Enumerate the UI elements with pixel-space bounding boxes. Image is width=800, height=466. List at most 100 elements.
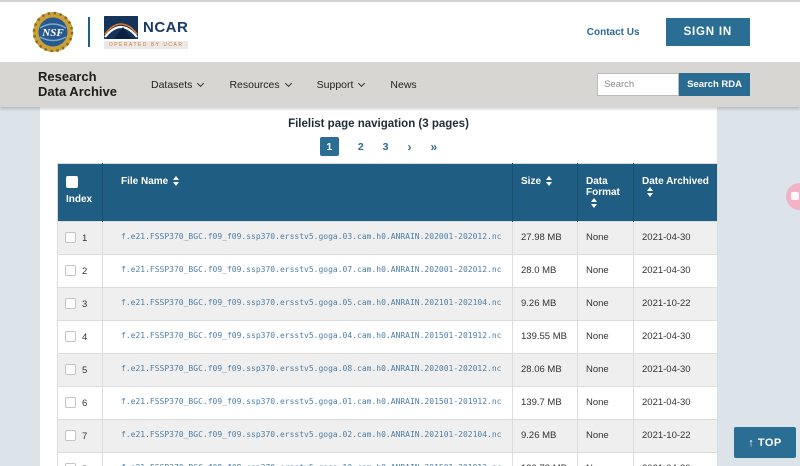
row-index: 5 [82,365,87,376]
row-checkbox[interactable] [65,397,76,408]
search-rda-button[interactable]: Search RDA [679,73,750,96]
file-size: 9.26 MB [513,420,578,453]
sort-arrows-icon[interactable] [173,176,179,186]
row-index-cell: 8 [58,453,103,466]
back-to-top-button[interactable]: ↑ TOP [734,427,796,458]
column-header-index: Index [58,164,103,222]
ncar-logo[interactable]: NCAR OPERATED BY UCAR [104,16,188,49]
page-button-1[interactable]: 1 [320,137,339,156]
table-row: 6 f.e21.FSSP370_BGC.f09_f09.ssp370.ersst… [58,387,718,420]
date-archived: 2021-04-30 [634,387,718,420]
column-header-date-archived[interactable]: Date Archived [634,164,718,222]
svg-text:NSF: NSF [41,27,64,39]
file-size: 139.55 MB [513,321,578,354]
row-checkbox[interactable] [65,430,76,441]
chevron-down-icon [197,80,204,87]
chevron-down-icon [358,80,365,87]
data-format: None [578,288,634,321]
row-checkbox[interactable] [65,232,76,243]
contact-us-link[interactable]: Contact Us [587,27,640,38]
nav-item-datasets[interactable]: Datasets [151,79,203,91]
nav-item-resources[interactable]: Resources [229,79,290,91]
file-name-link[interactable]: f.e21.FSSP370_BGC.f09_f09.ssp370.ersstv5… [103,321,513,354]
filelist-table: Index File Name Size Data Format Date Ar… [57,163,718,466]
filelist-navigation-title: Filelist page navigation (3 pages) [40,118,717,130]
sort-arrows-icon[interactable] [546,176,552,186]
feedback-widget[interactable] [786,183,800,210]
table-row: 7 f.e21.FSSP370_BGC.f09_f09.ssp370.ersst… [58,420,718,453]
file-size: 139.7 MB [513,387,578,420]
date-archived: 2021-04-30 [634,321,718,354]
date-archived: 2021-04-30 [634,222,718,255]
row-checkbox[interactable] [65,265,76,276]
file-table-body: 1 f.e21.FSSP370_BGC.f09_f09.ssp370.ersst… [58,222,718,466]
nav-item-news[interactable]: News [390,79,416,91]
page-button-2[interactable]: 2 [358,141,364,153]
file-name-link[interactable]: f.e21.FSSP370_BGC.f09_f09.ssp370.ersstv5… [103,453,513,466]
site-title[interactable]: Research Data Archive [38,70,117,100]
row-index-cell: 3 [58,288,103,321]
page-button-3[interactable]: 3 [383,141,389,153]
date-archived: 2021-10-22 [634,288,718,321]
column-header-data-format[interactable]: Data Format [578,164,634,222]
row-index: 2 [82,266,87,277]
file-name-link[interactable]: f.e21.FSSP370_BGC.f09_f09.ssp370.ersstv5… [103,222,513,255]
sort-arrows-icon[interactable] [647,187,653,197]
data-format: None [578,222,634,255]
row-index-cell: 6 [58,387,103,420]
nsf-logo-icon[interactable]: NSF [32,11,74,53]
ncar-logo-text: NCAR [143,19,188,36]
column-header-size[interactable]: Size [513,164,578,222]
date-archived: 2021-04-30 [634,453,718,466]
sign-in-button[interactable]: SIGN IN [666,18,750,46]
row-index: 1 [82,233,87,244]
data-format: None [578,354,634,387]
logo-group: NSF NCAR OPERATED BY UCAR [32,11,188,53]
row-index-cell: 2 [58,255,103,288]
file-size: 28.0 MB [513,255,578,288]
table-row: 8 f.e21.FSSP370_BGC.f09_f09.ssp370.ersst… [58,453,718,466]
file-size: 9.26 MB [513,288,578,321]
sort-arrows-icon[interactable] [591,198,597,208]
row-index: 4 [82,332,87,343]
data-format: None [578,255,634,288]
data-format: None [578,387,634,420]
file-name-link[interactable]: f.e21.FSSP370_BGC.f09_f09.ssp370.ersstv5… [103,387,513,420]
up-arrow-icon: ↑ [748,437,754,449]
chevron-down-icon [285,80,292,87]
next-page-button[interactable]: › [408,140,412,154]
row-index-cell: 1 [58,222,103,255]
file-size: 28.06 MB [513,354,578,387]
row-checkbox[interactable] [65,331,76,342]
pagination: 1 2 3 › » [40,137,717,156]
main-navbar: Research Data Archive Datasets Resources… [0,62,800,107]
site-title-line2: Data Archive [38,85,117,100]
table-row: 3 f.e21.FSSP370_BGC.f09_f09.ssp370.ersst… [58,288,718,321]
file-name-link[interactable]: f.e21.FSSP370_BGC.f09_f09.ssp370.ersstv5… [103,288,513,321]
data-format: None [578,321,634,354]
last-page-button[interactable]: » [431,140,438,154]
file-size: 27.98 MB [513,222,578,255]
ncar-logo-subtext: OPERATED BY UCAR [104,41,188,49]
row-checkbox[interactable] [65,364,76,375]
file-name-link[interactable]: f.e21.FSSP370_BGC.f09_f09.ssp370.ersstv5… [103,420,513,453]
file-name-link[interactable]: f.e21.FSSP370_BGC.f09_f09.ssp370.ersstv5… [103,255,513,288]
content-panel: Filelist page navigation (3 pages) 1 2 3… [40,107,717,466]
table-row: 4 f.e21.FSSP370_BGC.f09_f09.ssp370.ersst… [58,321,718,354]
row-index-cell: 4 [58,321,103,354]
date-archived: 2021-04-30 [634,255,718,288]
row-index-cell: 7 [58,420,103,453]
select-all-checkbox[interactable] [66,176,78,188]
site-title-line1: Research [38,70,117,85]
nav-item-support[interactable]: Support [317,79,365,91]
logo-divider [88,17,90,47]
column-header-file-name[interactable]: File Name [103,164,513,222]
date-archived: 2021-10-22 [634,420,718,453]
table-row: 5 f.e21.FSSP370_BGC.f09_f09.ssp370.ersst… [58,354,718,387]
row-checkbox[interactable] [65,298,76,309]
search-input[interactable] [597,73,679,96]
table-row: 1 f.e21.FSSP370_BGC.f09_f09.ssp370.ersst… [58,222,718,255]
file-name-link[interactable]: f.e21.FSSP370_BGC.f09_f09.ssp370.ersstv5… [103,354,513,387]
row-index-cell: 5 [58,354,103,387]
table-row: 2 f.e21.FSSP370_BGC.f09_f09.ssp370.ersst… [58,255,718,288]
